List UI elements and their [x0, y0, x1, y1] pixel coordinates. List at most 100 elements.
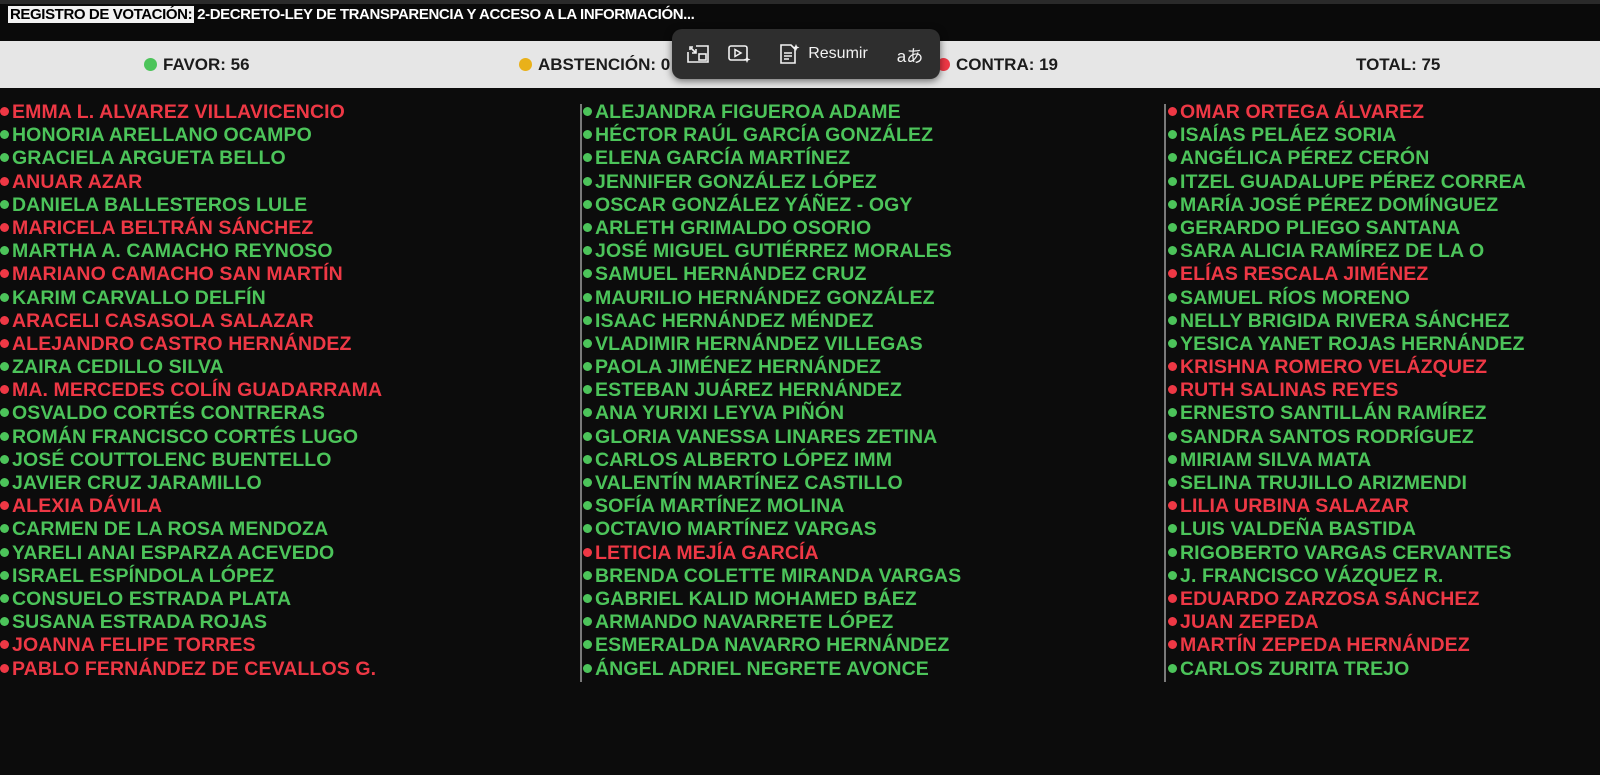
favor-vote-dot-icon [0, 246, 9, 256]
legislator-name: EMMA L. ALVAREZ VILLAVICENCIO [12, 101, 345, 123]
legislator-row: GERARDO PLIEGO SANTANA [1163, 217, 1526, 240]
favor-vote-dot-icon [583, 153, 592, 163]
favor-vote-dot-icon [583, 431, 592, 441]
legislator-name: ARLETH GRIMALDO OSORIO [595, 216, 872, 239]
favor-vote-dot-icon [0, 130, 9, 140]
contra-vote-dot-icon [0, 315, 9, 325]
legislator-row: OMAR ORTEGA ÁLVAREZ [1163, 101, 1526, 124]
favor-vote-dot-icon [583, 385, 592, 395]
favor-vote-dot-icon [0, 431, 9, 441]
summarize-icon [780, 44, 800, 64]
favor-vote-dot-icon [1168, 570, 1177, 580]
picture-in-picture-button[interactable] [680, 29, 716, 79]
contra-vote-dot-icon [0, 385, 9, 395]
summarize-button[interactable]: Resumir [768, 29, 878, 79]
favor-vote-dot-icon [583, 362, 592, 372]
legislator-row: CARLOS ALBERTO LÓPEZ IMM [578, 449, 961, 472]
legislator-name: LILIA URBINA SALAZAR [1180, 495, 1410, 518]
favor-vote-dot-icon [583, 107, 592, 116]
contra-vote-dot-icon [0, 176, 9, 186]
favor-vote-dot-icon [583, 199, 592, 209]
legislator-row: MARIANO CAMACHO SAN MARTÍN [0, 263, 382, 286]
legislator-row: MARTHA A. CAMACHO REYNOSO [0, 240, 382, 263]
legislator-name: CARLOS ZURITA TREJO [1180, 657, 1410, 680]
favor-vote-dot-icon [583, 408, 592, 418]
legislator-row: CARLOS ZURITA TREJO [1163, 658, 1526, 681]
legislator-row: ISRAEL ESPÍNDOLA LÓPEZ [0, 565, 382, 588]
floating-media-toolbar: Resumir aあ [672, 29, 940, 79]
legislator-row: MARICELA BELTRÁN SÁNCHEZ [0, 217, 382, 240]
favor-vote-dot-icon [583, 269, 592, 279]
legislator-name: ROMÁN FRANCISCO CORTÉS LUGO [12, 425, 359, 448]
legislator-row: DANIELA BALLESTEROS LULE [0, 194, 382, 217]
favor-vote-dot-icon [583, 478, 592, 487]
contra-vote-dot-icon [0, 222, 9, 232]
legislator-name: NELLY BRIGIDA RIVERA SÁNCHEZ [1180, 309, 1510, 332]
legislator-name: ITZEL GUADALUPE PÉREZ CORREA [1180, 170, 1526, 193]
legislator-row: JENNIFER GONZÁLEZ LÓPEZ [578, 171, 961, 194]
contra-vote-dot-icon [1168, 362, 1177, 372]
favor-vote-dot-icon [583, 222, 592, 232]
favor-vote-dot-icon [0, 593, 9, 603]
video-sparkle-icon [728, 45, 751, 63]
favor-vote-dot-icon [0, 199, 9, 209]
favor-vote-dot-icon [0, 570, 9, 580]
legislator-row: HÉCTOR RAÚL GARCÍA GONZÁLEZ [578, 124, 961, 147]
legislator-row: SARA ALICIA RAMÍREZ DE LA O [1163, 240, 1526, 263]
legislator-name: OSVALDO CORTÉS CONTRERAS [12, 402, 325, 425]
legislator-name: MARÍA JOSÉ PÉREZ DOMÍNGUEZ [1180, 193, 1499, 216]
legislator-name: SANDRA SANTOS RODRÍGUEZ [1180, 425, 1474, 448]
favor-vote-dot-icon [1168, 246, 1177, 256]
legislator-row: ANUAR AZAR [0, 171, 382, 194]
favor-count-label: FAVOR: 56 [163, 55, 250, 74]
legislator-name: MARICELA BELTRÁN SÁNCHEZ [12, 216, 314, 239]
favor-vote-dot-icon [0, 153, 9, 163]
legislator-row: SANDRA SANTOS RODRÍGUEZ [1163, 426, 1526, 449]
legislator-row: OSCAR GONZÁLEZ YÁÑEZ - OGY [578, 194, 961, 217]
abstencion-dot-icon [519, 58, 532, 71]
total-count-label: TOTAL: 75 [1356, 55, 1441, 74]
contra-vote-dot-icon [1168, 107, 1177, 116]
legislator-name: MARIANO CAMACHO SAN MARTÍN [12, 263, 343, 286]
legislator-name: SELINA TRUJILLO ARIZMENDI [1180, 472, 1468, 494]
legislator-row: GRACIELA ARGUETA BELLO [0, 147, 382, 170]
legislator-name: ANA YURIXI LEYVA PIÑÓN [595, 402, 845, 425]
legislator-row: MIRIAM SILVA MATA [1163, 449, 1526, 472]
legislator-row: ALEJANDRO CASTRO HERNÁNDEZ [0, 333, 382, 356]
legislator-name: ERNESTO SANTILLÁN RAMÍREZ [1180, 402, 1487, 425]
favor-vote-dot-icon [583, 292, 592, 302]
legislator-name: DANIELA BALLESTEROS LULE [12, 193, 308, 216]
legislator-name: ALEJANDRA FIGUEROA ADAME [595, 101, 901, 123]
legislator-row: YARELI ANAI ESPARZA ACEVEDO [0, 542, 382, 565]
legislator-row: SELINA TRUJILLO ARIZMENDI [1163, 472, 1526, 495]
legislator-name: ARMANDO NAVARRETE LÓPEZ [595, 611, 894, 634]
legislator-row: EDUARDO ZARZOSA SÁNCHEZ [1163, 588, 1526, 611]
favor-vote-dot-icon [1168, 338, 1177, 348]
abstencion-count-label: ABSTENCIÓN: 0 [538, 55, 671, 74]
legislator-name: GRACIELA ARGUETA BELLO [12, 147, 286, 170]
legislator-row: OSVALDO CORTÉS CONTRERAS [0, 402, 382, 425]
legislator-row: OCTAVIO MARTÍNEZ VARGAS [578, 518, 961, 541]
legislator-row: SAMUEL HERNÁNDEZ CRUZ [578, 263, 961, 286]
legislator-name: ELENA GARCÍA MARTÍNEZ [595, 147, 851, 170]
legislator-name: CONSUELO ESTRADA PLATA [12, 587, 292, 610]
legislator-name: CARMEN DE LA ROSA MENDOZA [12, 518, 329, 541]
legislator-row: JOSÉ MIGUEL GUTIÉRREZ MORALES [578, 240, 961, 263]
legislator-name: SOFÍA MARTÍNEZ MOLINA [595, 495, 845, 518]
legislator-name: JAVIER CRUZ JARAMILLO [12, 472, 262, 494]
legislator-name: MA. MERCEDES COLÍN GUADARRAMA [12, 379, 383, 402]
favor-vote-dot-icon [0, 292, 9, 302]
video-sparkle-button[interactable] [722, 29, 758, 79]
vote-list: EMMA L. ALVAREZ VILLAVICENCIO HONORIA ARE… [0, 88, 1600, 775]
favor-vote-dot-icon [1168, 547, 1177, 557]
legislator-row: GABRIEL KALID MOHAMED BÁEZ [578, 588, 961, 611]
legislator-name: ISRAEL ESPÍNDOLA LÓPEZ [12, 564, 275, 587]
legislator-row: HONORIA ARELLANO OCAMPO [0, 124, 382, 147]
legislator-name: ISAAC HERNÁNDEZ MÉNDEZ [595, 309, 874, 332]
legislator-name: LETICIA MEJÍA GARCÍA [595, 541, 819, 564]
legislator-name: VALENTÍN MARTÍNEZ CASTILLO [595, 472, 903, 494]
translate-button[interactable]: aあ [890, 29, 930, 79]
legislator-row: ÁNGEL ADRIEL NEGRETE AVONCE [578, 658, 961, 681]
vote-column-1: EMMA L. ALVAREZ VILLAVICENCIO HONORIA ARE… [0, 101, 382, 681]
favor-vote-dot-icon [583, 663, 592, 673]
